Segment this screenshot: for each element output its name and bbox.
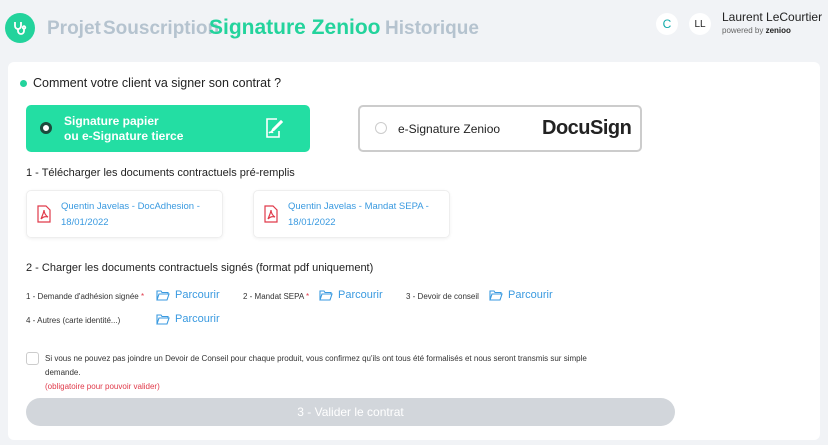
- paper-line2: ou e-Signature tierce: [64, 129, 184, 143]
- folder-open-icon: [156, 313, 170, 325]
- browse-autres[interactable]: Parcourir: [156, 313, 220, 325]
- option-paper-signature[interactable]: Signature papier ou e-Signature tierce: [26, 105, 310, 152]
- nav-projet[interactable]: Projet: [47, 18, 101, 40]
- pdf-icon: [37, 205, 51, 223]
- bullet-icon: [20, 79, 27, 87]
- avatar-user[interactable]: LL: [689, 13, 711, 35]
- nav-signature-zenioo[interactable]: Signature Zenioo: [209, 16, 381, 40]
- stethoscope-icon: [14, 22, 27, 35]
- doc-title: Quentin Javelas - DocAdhesion -: [61, 201, 200, 212]
- zenioo-logo: zenioo: [765, 26, 791, 35]
- confirm-text: Si vous ne pouvez pas joindre un Devoir …: [45, 352, 615, 394]
- field-label-autres: 4 - Autres (carte identité...): [26, 316, 121, 325]
- browse-devoir[interactable]: Parcourir: [489, 289, 553, 301]
- avatar-c[interactable]: C: [656, 13, 678, 35]
- field-label-adhesion: 1 - Demande d'adhésion signée *: [26, 292, 145, 301]
- paper-line1: Signature papier: [64, 114, 159, 128]
- browse-sepa[interactable]: Parcourir: [319, 289, 383, 301]
- section2-title: 2 - Charger les documents contractuels s…: [26, 262, 374, 274]
- nav-souscription[interactable]: Souscription: [103, 18, 219, 40]
- doc-date: 18/01/2022: [288, 217, 336, 228]
- radio-unselected[interactable]: [375, 122, 387, 134]
- field-label-devoir: 3 - Devoir de conseil: [406, 292, 479, 301]
- radio-selected[interactable]: [40, 122, 52, 134]
- section1-title: 1 - Télécharger les documents contractue…: [26, 167, 295, 179]
- browse-adhesion[interactable]: Parcourir: [156, 289, 220, 301]
- doc-title: Quentin Javelas - Mandat SEPA -: [288, 201, 429, 212]
- validate-contract-button[interactable]: 3 - Valider le contrat: [26, 398, 675, 426]
- folder-open-icon: [156, 289, 170, 301]
- nav-historique[interactable]: Historique: [385, 18, 479, 40]
- doc-download-adhesion[interactable]: Quentin Javelas - DocAdhesion - 18/01/202…: [26, 190, 223, 238]
- question-text: Comment votre client va signer son contr…: [33, 76, 282, 90]
- field-label-sepa: 2 - Mandat SEPA *: [243, 292, 310, 301]
- docusign-logo: DocuSign: [542, 117, 632, 139]
- question: Comment votre client va signer son contr…: [20, 76, 281, 90]
- required-note: (obligatoire pour pouvoir valider): [45, 382, 160, 391]
- user-name: Laurent LeCourtier: [722, 10, 823, 24]
- doc-download-sepa[interactable]: Quentin Javelas - Mandat SEPA - 18/01/202…: [253, 190, 450, 238]
- powered-by: powered by: [722, 26, 764, 35]
- signature-doc-icon: [266, 118, 284, 138]
- pdf-icon: [264, 205, 278, 223]
- folder-open-icon: [489, 289, 503, 301]
- option-esignature-zenioo[interactable]: e-Signature Zenioo DocuSign: [358, 105, 642, 152]
- doc-date: 18/01/2022: [61, 217, 109, 228]
- esign-label: e-Signature Zenioo: [398, 122, 501, 136]
- confirm-checkbox[interactable]: [26, 352, 39, 365]
- app-logo[interactable]: [5, 13, 35, 43]
- folder-open-icon: [319, 289, 333, 301]
